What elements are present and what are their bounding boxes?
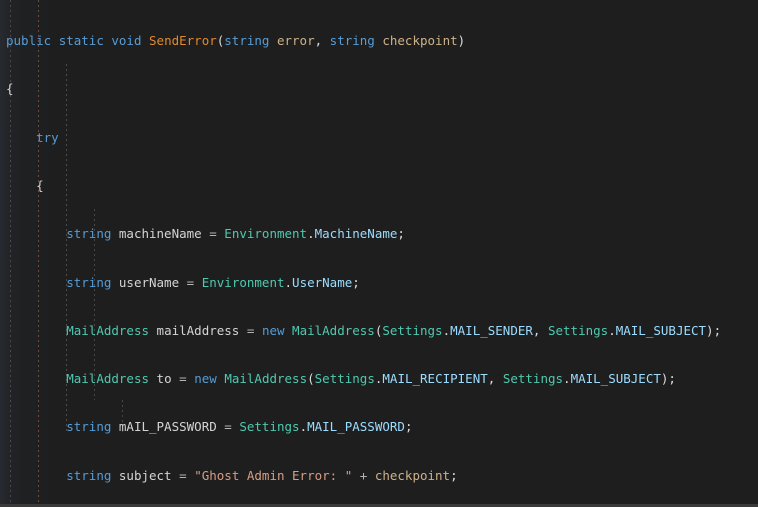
code-line[interactable]: public static void SendError(string erro… — [0, 33, 758, 49]
code-line[interactable]: string userName = Environment.UserName; — [0, 275, 758, 291]
code-line[interactable]: MailAddress to = new MailAddress(Setting… — [0, 371, 758, 387]
code-line[interactable]: string subject = "Ghost Admin Error: " +… — [0, 468, 758, 484]
code-line[interactable]: try — [0, 130, 758, 146]
code-line[interactable]: string mAIL_PASSWORD = Settings.MAIL_PAS… — [0, 419, 758, 435]
code-line[interactable]: { — [0, 178, 758, 194]
code-content[interactable]: public static void SendError(string erro… — [0, 1, 758, 507]
code-line[interactable]: { — [0, 81, 758, 97]
code-editor[interactable]: public static void SendError(string erro… — [0, 0, 758, 507]
code-line[interactable]: MailAddress mailAddress = new MailAddres… — [0, 323, 758, 339]
code-line[interactable]: string machineName = Environment.Machine… — [0, 226, 758, 242]
